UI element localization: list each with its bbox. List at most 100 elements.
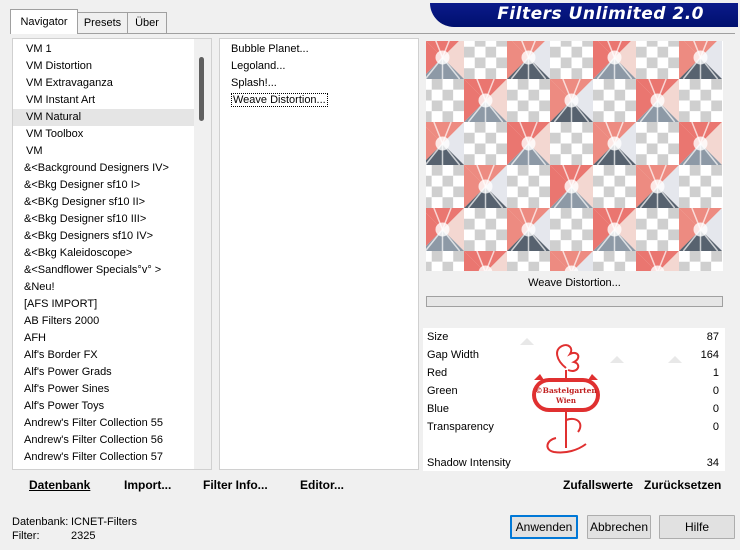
preview-checker: [636, 41, 679, 79]
watermark-stamp: ©Bastelgarten Wien: [526, 340, 606, 460]
preview-tile: [507, 121, 550, 166]
preview-tile: [426, 121, 464, 166]
editor-button[interactable]: Editor...: [300, 478, 344, 492]
preview-checker: [464, 208, 507, 251]
category-scrollbar[interactable]: [194, 39, 211, 469]
preview-checker: [426, 251, 464, 271]
category-item[interactable]: &<Bkg Designer sf10 III>: [13, 211, 196, 228]
filter-label: Weave Distortion...: [231, 93, 328, 107]
preview-image: [426, 41, 723, 271]
category-item[interactable]: VM Toolbox: [13, 126, 196, 143]
category-label: &<Bkg Designer sf10 III>: [24, 213, 147, 225]
filter-info-button[interactable]: Filter Info...: [203, 478, 268, 492]
cancel-button[interactable]: Abbrechen: [587, 515, 651, 539]
param-name: Gap Width: [427, 349, 479, 361]
category-item[interactable]: &<Bkg Designers sf10 IV>: [13, 228, 196, 245]
preview-canvas: [426, 41, 722, 271]
category-label: Alf's Power Toys: [24, 400, 105, 412]
category-item[interactable]: &Neu!: [13, 279, 196, 296]
category-item[interactable]: &<Sandflower Specials°v° >: [13, 262, 196, 279]
category-label: VM: [26, 145, 43, 157]
category-item[interactable]: Andrew's Filter Collection 56: [13, 432, 196, 449]
filter-list[interactable]: Bubble Planet... Legoland... Splash!... Wea…: [219, 38, 419, 470]
database-status-label: Datenbank:: [12, 516, 69, 528]
category-list[interactable]: VM 1 VM Distortion VM Extravaganza VM Insta…: [12, 38, 212, 470]
category-label: VM Natural: [26, 111, 82, 123]
param-name: Shadow Intensity: [427, 457, 511, 469]
preview-checker: [593, 165, 636, 208]
category-item[interactable]: VM: [13, 143, 196, 160]
category-label: &<Bkg Designers sf10 IV>: [24, 230, 154, 242]
category-label: VM Instant Art: [26, 94, 96, 106]
preview-checker: [636, 122, 679, 165]
preview-tile: [550, 78, 593, 123]
randomize-button[interactable]: Zufallswerte: [563, 478, 633, 492]
app-banner: Filters Unlimited 2.0: [430, 3, 738, 27]
category-item[interactable]: &<Background Designers IV>: [13, 160, 196, 177]
param-value: 0: [712, 421, 719, 433]
category-label: [AFS IMPORT]: [24, 298, 98, 310]
param-name: Green: [427, 385, 458, 397]
category-item[interactable]: &<BKg Designer sf10 II>: [13, 194, 196, 211]
category-item[interactable]: [AFS IMPORT]: [13, 296, 196, 313]
category-item[interactable]: Alf's Border FX: [13, 347, 196, 364]
param-name: Transparency: [427, 421, 494, 433]
category-item[interactable]: VM Instant Art: [13, 92, 196, 109]
category-label: VM Extravaganza: [26, 77, 113, 89]
category-item[interactable]: VM 1: [13, 41, 196, 58]
category-item[interactable]: VM Distortion: [13, 58, 196, 75]
preview-tile: [426, 41, 464, 80]
category-label: Andrew's Filter Collection 57: [24, 451, 164, 463]
category-item[interactable]: AFH: [13, 330, 196, 347]
preview-tile: [593, 207, 636, 252]
tab-label: Navigator: [20, 16, 68, 28]
param-value: 164: [700, 349, 719, 361]
category-label: VM Toolbox: [26, 128, 84, 140]
filter-items: Bubble Planet... Legoland... Splash!... Wea…: [220, 41, 418, 109]
apply-button[interactable]: Anwenden: [510, 515, 578, 539]
category-items: VM 1 VM Distortion VM Extravaganza VM Insta…: [13, 41, 196, 469]
category-item[interactable]: AB Filters 2000: [13, 313, 196, 330]
category-item[interactable]: Andrew's Filter Collection 57: [13, 449, 196, 466]
tab-navigator[interactable]: Navigator: [10, 9, 78, 34]
category-item[interactable]: &<Bkg Kaleidoscope>: [13, 245, 196, 262]
database-label: Datenbank: [29, 478, 91, 492]
database-status-value: ICNET-Filters: [71, 516, 137, 528]
preview-checker: [550, 122, 593, 165]
preview-checker: [507, 251, 550, 271]
import-label: Import...: [124, 478, 172, 492]
category-item[interactable]: VM Natural: [13, 109, 196, 126]
filter-item[interactable]: Legoland...: [220, 58, 418, 75]
database-button[interactable]: Datenbank: [29, 478, 90, 492]
preview-checker: [550, 41, 593, 79]
preview-checker: [593, 79, 636, 122]
preview-checker: [426, 165, 464, 208]
category-item[interactable]: Alf's Power Grads: [13, 364, 196, 381]
preview-tile: [636, 78, 679, 123]
param-name: Blue: [427, 403, 450, 415]
filter-label: Bubble Planet...: [231, 43, 309, 55]
category-label: Andrew's Filter Collection 58: [24, 468, 163, 469]
tab-presets[interactable]: Presets: [77, 12, 128, 33]
reset-button[interactable]: Zurücksetzen: [644, 478, 721, 492]
filter-label: Splash!...: [231, 77, 277, 89]
preview-checker: [593, 251, 636, 271]
cancel-label: Abbrechen: [589, 520, 649, 534]
preview-checker: [426, 79, 464, 122]
tab-about[interactable]: Über: [127, 12, 167, 33]
scrollbar-thumb[interactable]: [199, 57, 204, 121]
filter-item[interactable]: Splash!...: [220, 75, 418, 92]
category-item[interactable]: Andrew's Filter Collection 58: [13, 466, 196, 469]
category-item[interactable]: &<Bkg Designer sf10 I>: [13, 177, 196, 194]
param-value: 87: [706, 331, 719, 343]
filter-item[interactable]: Bubble Planet...: [220, 41, 418, 58]
category-item[interactable]: Andrew's Filter Collection 55: [13, 415, 196, 432]
category-item[interactable]: Alf's Power Sines: [13, 381, 196, 398]
param-value: 0: [712, 385, 719, 397]
help-button[interactable]: Hilfe: [659, 515, 735, 539]
filter-item[interactable]: Weave Distortion...: [220, 92, 418, 109]
category-item[interactable]: VM Extravaganza: [13, 75, 196, 92]
import-button[interactable]: Import...: [124, 478, 171, 492]
preview-checker: [636, 208, 679, 251]
category-item[interactable]: Alf's Power Toys: [13, 398, 196, 415]
